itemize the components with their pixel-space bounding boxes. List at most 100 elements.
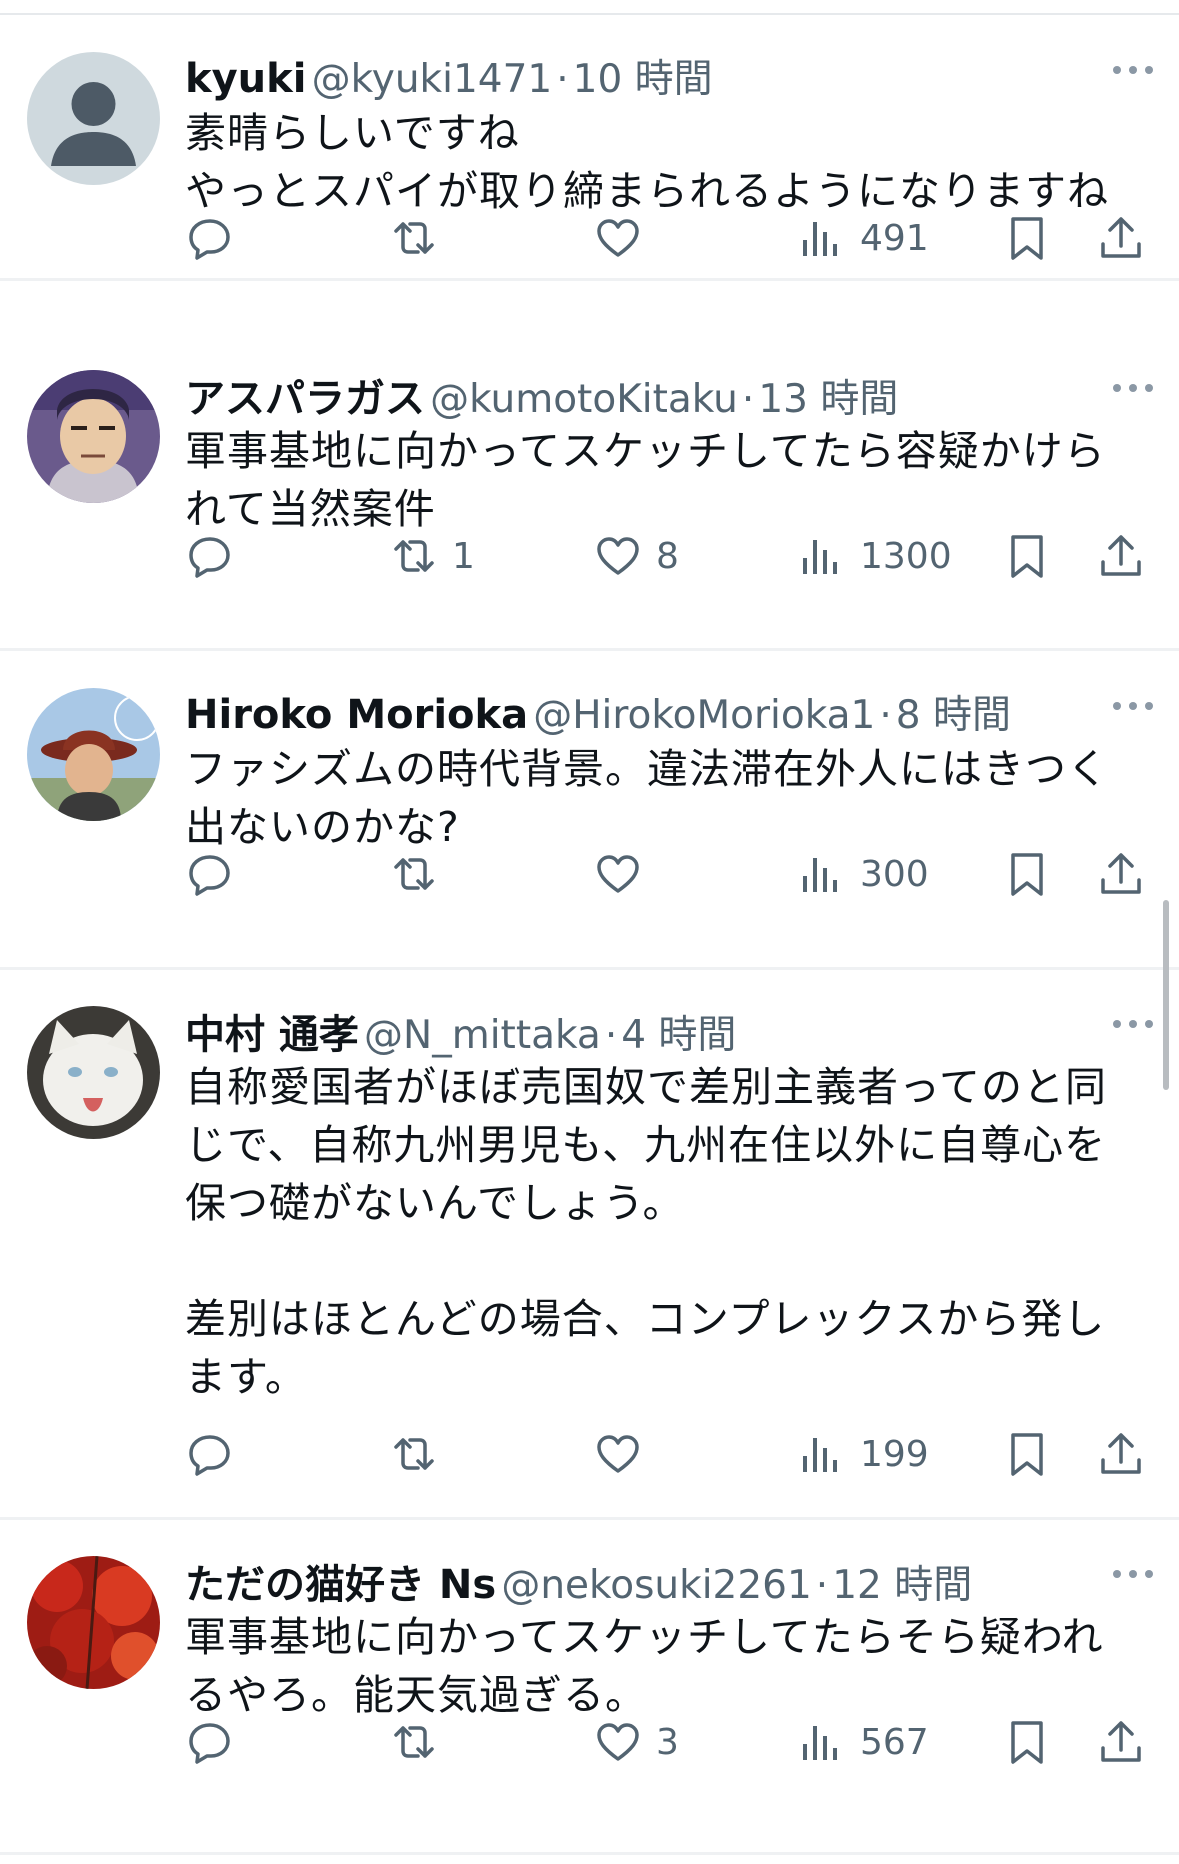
timestamp[interactable]: 10 時間 <box>573 57 713 102</box>
tweet-header: アスパラガス @kumotoKitaku · 13 時間 <box>185 366 1109 426</box>
display-name[interactable]: ただの猫好き Ns <box>185 1562 496 1608</box>
woman-with-hat-avatar-icon <box>27 688 160 821</box>
views-icon <box>803 540 837 574</box>
action-bar: 300 <box>0 844 1179 904</box>
bookmark-button[interactable] <box>1003 526 1051 586</box>
heart-icon <box>597 537 639 575</box>
share-icon <box>1101 1721 1141 1762</box>
retweet-button[interactable]: 1 <box>390 526 475 586</box>
more-icon <box>1113 702 1153 710</box>
bookmark-button[interactable] <box>1003 1424 1051 1484</box>
retweet-button[interactable] <box>390 208 452 268</box>
reply-icon <box>189 1435 230 1476</box>
bookmark-icon <box>1011 217 1043 260</box>
retweet-button[interactable] <box>390 844 452 904</box>
display-name[interactable]: アスパラガス <box>185 376 425 422</box>
user-handle[interactable]: @HirokoMorioka1 <box>533 693 875 738</box>
avatar[interactable] <box>27 1006 160 1139</box>
user-handle[interactable]: @N_mittaka <box>364 1013 601 1058</box>
share-button[interactable] <box>1097 844 1145 904</box>
share-icon <box>1101 1433 1141 1474</box>
views-button[interactable]: 300 <box>798 844 929 904</box>
tweet-text: 素晴らしいですね やっとスパイが取り締まられるようになりますね <box>185 109 1109 215</box>
share-button[interactable] <box>1097 1712 1145 1772</box>
display-name[interactable]: Hiroko Morioka <box>185 692 528 738</box>
views-button[interactable]: 491 <box>798 208 929 268</box>
action-bar: 491 <box>0 208 1179 268</box>
tweet-divider <box>0 1852 1179 1855</box>
retweet-button[interactable] <box>390 1712 452 1772</box>
separator-dot: · <box>604 1013 618 1058</box>
more-button[interactable] <box>1109 1012 1157 1036</box>
scrollbar[interactable] <box>1163 900 1169 1090</box>
more-button[interactable] <box>1109 694 1157 718</box>
avatar[interactable] <box>27 52 160 185</box>
retweet-icon <box>394 222 434 254</box>
display-name[interactable]: kyuki <box>185 56 306 102</box>
top-divider <box>0 13 1179 15</box>
views-button[interactable]: 1300 <box>798 526 952 586</box>
bookmark-button[interactable] <box>1003 844 1051 904</box>
view-count: 199 <box>860 1433 929 1475</box>
reply-icon <box>189 219 230 260</box>
share-button[interactable] <box>1097 526 1145 586</box>
bookmark-button[interactable] <box>1003 208 1051 268</box>
views-icon <box>803 858 837 892</box>
views-icon <box>803 1726 837 1760</box>
tweet-text: 軍事基地に向かってスケッチしてたら容疑かけら れて当然案件 <box>185 427 1106 533</box>
tweet-divider <box>0 278 1179 281</box>
like-button[interactable]: 3 <box>594 1712 679 1772</box>
like-button[interactable]: 8 <box>594 526 679 586</box>
white-cat-avatar-icon <box>27 1006 160 1139</box>
timestamp[interactable]: 4 時間 <box>621 1013 736 1058</box>
reply-button[interactable] <box>186 1712 248 1772</box>
retweet-icon <box>394 858 434 890</box>
tweet-header: kyuki @kyuki1471 · 10 時間 <box>185 48 1109 108</box>
more-icon <box>1113 1570 1153 1578</box>
retweet-icon <box>394 1726 434 1758</box>
retweet-button[interactable] <box>390 1424 452 1484</box>
tweet-header: Hiroko Morioka @HirokoMorioka1 · 8 時間 <box>185 684 1109 744</box>
like-count: 3 <box>656 1721 679 1763</box>
timestamp[interactable]: 13 時間 <box>758 377 898 422</box>
reply-icon <box>189 855 230 896</box>
share-icon <box>1101 535 1141 576</box>
reply-button[interactable] <box>186 844 248 904</box>
heart-icon <box>597 855 639 893</box>
red-autumn-leaves-avatar-icon <box>27 1556 160 1689</box>
user-handle[interactable]: @nekosuki2261 <box>501 1563 811 1608</box>
avatar[interactable] <box>27 370 160 503</box>
tweet-text: ファシズムの時代背景。違法滞在外人にはきつく 出ないのかな? <box>185 745 1109 851</box>
like-button[interactable] <box>594 1424 656 1484</box>
more-icon <box>1113 66 1153 74</box>
like-count: 8 <box>656 535 679 577</box>
view-count: 1300 <box>860 535 952 577</box>
views-icon <box>803 222 837 256</box>
heart-icon <box>597 1435 639 1473</box>
user-handle[interactable]: @kumotoKitaku <box>430 377 738 422</box>
share-button[interactable] <box>1097 1424 1145 1484</box>
reply-button[interactable] <box>186 526 248 586</box>
display-name[interactable]: 中村 通孝 <box>185 1012 359 1058</box>
like-button[interactable] <box>594 844 656 904</box>
views-button[interactable]: 567 <box>798 1712 929 1772</box>
avatar[interactable] <box>27 1556 160 1689</box>
like-button[interactable] <box>594 208 656 268</box>
more-button[interactable] <box>1109 1562 1157 1586</box>
more-button[interactable] <box>1109 376 1157 400</box>
reply-button[interactable] <box>186 208 248 268</box>
reply-icon <box>189 1723 230 1764</box>
avatar[interactable] <box>27 688 160 821</box>
bookmark-button[interactable] <box>1003 1712 1051 1772</box>
share-button[interactable] <box>1097 208 1145 268</box>
more-button[interactable] <box>1109 58 1157 82</box>
heart-icon <box>597 1723 639 1761</box>
reply-button[interactable] <box>186 1424 248 1484</box>
user-handle[interactable]: @kyuki1471 <box>312 57 553 102</box>
bookmark-icon <box>1011 1433 1043 1476</box>
views-button[interactable]: 199 <box>798 1424 929 1484</box>
timestamp[interactable]: 12 時間 <box>832 1563 972 1608</box>
retweet-icon <box>394 540 434 572</box>
timestamp[interactable]: 8 時間 <box>896 693 1011 738</box>
tweet-divider <box>0 1517 1179 1520</box>
